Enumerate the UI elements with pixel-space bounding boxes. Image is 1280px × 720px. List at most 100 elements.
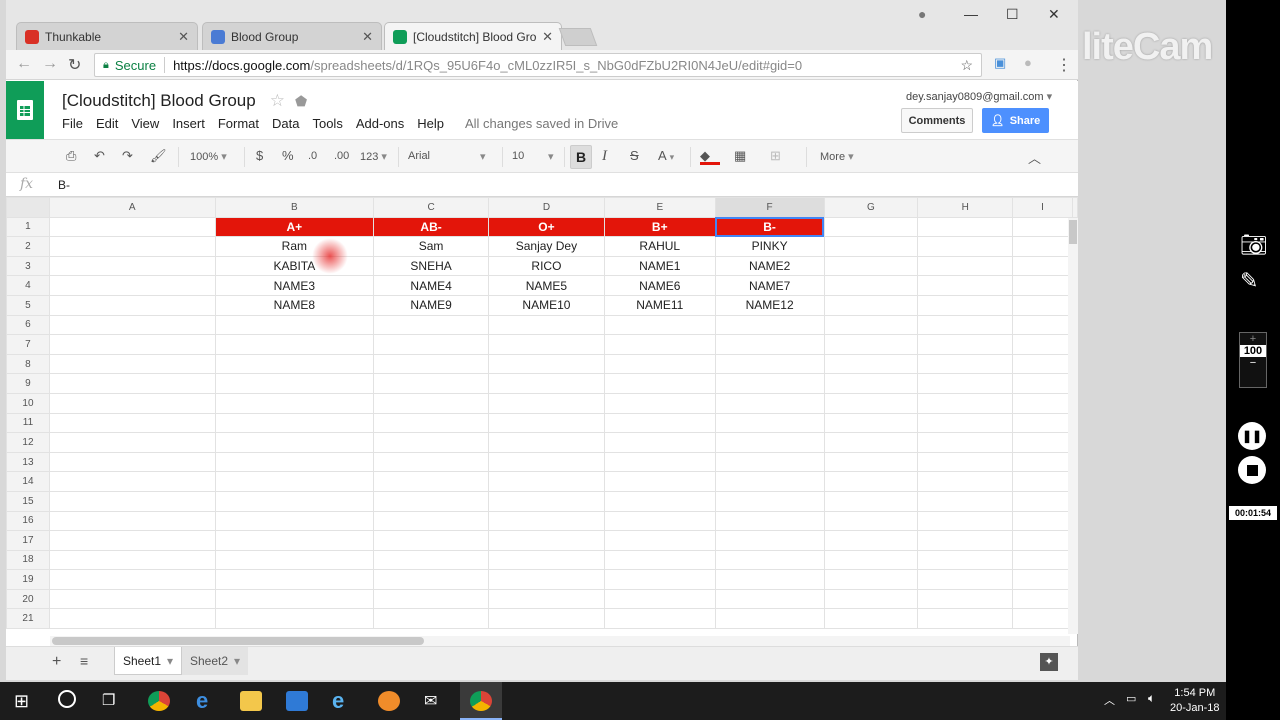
- cell-d17[interactable]: [488, 530, 605, 551]
- cell-g13[interactable]: [823, 451, 919, 473]
- cell-b10[interactable]: [214, 392, 375, 414]
- tab-thunkable[interactable]: Thunkable ✕: [16, 22, 198, 50]
- cell-e21[interactable]: [603, 608, 716, 630]
- cell-a17[interactable]: [48, 530, 216, 551]
- cell-f18[interactable]: [714, 549, 825, 571]
- cell-table[interactable]: A B C D E F G H I 1 A+ AB- O+ B+ B- 2 Ram Sam Sanjay Dey RA…: [6, 197, 1078, 630]
- cell-h2[interactable]: [917, 236, 1014, 257]
- cell-e20[interactable]: [603, 588, 716, 610]
- cell-b2[interactable]: Ram: [214, 236, 375, 257]
- cell-e6[interactable]: [603, 314, 716, 336]
- cell-i18[interactable]: [1012, 549, 1073, 571]
- row-header[interactable]: 16: [6, 510, 50, 532]
- pause-icon[interactable]: ❚❚: [1238, 422, 1266, 450]
- cell-i3[interactable]: [1012, 255, 1073, 277]
- formula-input[interactable]: B-: [58, 178, 70, 192]
- cell-i7[interactable]: [1012, 334, 1073, 355]
- ie-icon[interactable]: e: [332, 688, 344, 714]
- column-header-b[interactable]: B: [214, 197, 375, 218]
- extension-icon-2[interactable]: ●: [1024, 55, 1032, 70]
- cell-f10[interactable]: [714, 392, 825, 414]
- cell-g11[interactable]: [823, 412, 919, 434]
- cell-f15[interactable]: [714, 490, 825, 512]
- cell-h8[interactable]: [917, 353, 1014, 375]
- cell-c8[interactable]: [373, 353, 489, 375]
- move-to-folder-icon[interactable]: ⬟: [295, 93, 307, 109]
- cell-e14[interactable]: [603, 471, 716, 492]
- cell-b13[interactable]: [214, 451, 375, 473]
- zoom-select[interactable]: 100% ▾: [190, 150, 227, 163]
- borders-icon[interactable]: ▦: [734, 148, 746, 164]
- account-switcher[interactable]: dey.sanjay0809@gmail.com ▾: [906, 90, 1052, 103]
- cell-i11[interactable]: [1012, 412, 1073, 434]
- column-header-i[interactable]: I: [1012, 197, 1073, 218]
- cell-g7[interactable]: [823, 334, 919, 355]
- sheet-tab-sheet2[interactable]: Sheet2 ▾: [182, 647, 249, 675]
- volume-icon[interactable]: 🔈︎: [1148, 691, 1155, 706]
- cell-g20[interactable]: [823, 588, 919, 610]
- cell-h3[interactable]: [917, 255, 1014, 277]
- cell-g14[interactable]: [823, 471, 919, 492]
- cell-h16[interactable]: [917, 510, 1014, 532]
- cell-a21[interactable]: [48, 608, 216, 630]
- cell-b19[interactable]: [214, 569, 375, 590]
- cell-d2[interactable]: Sanjay Dey: [488, 236, 605, 257]
- cell-h9[interactable]: [917, 373, 1014, 394]
- column-header-f[interactable]: F: [714, 197, 825, 218]
- increase-decimal-button[interactable]: .00: [334, 150, 349, 162]
- battery-icon[interactable]: ▭: [1126, 692, 1136, 705]
- cell-e13[interactable]: [603, 451, 716, 473]
- chrome-active-taskbar-button[interactable]: [460, 682, 502, 720]
- row-header[interactable]: 15: [6, 490, 50, 512]
- stop-icon[interactable]: [1238, 456, 1266, 484]
- cell-f2[interactable]: PINKY: [714, 236, 825, 257]
- cell-g9[interactable]: [823, 373, 919, 394]
- cell-b15[interactable]: [214, 490, 375, 512]
- pen-icon[interactable]: ✎: [1240, 268, 1258, 294]
- cell-d21[interactable]: [488, 608, 605, 630]
- cell-h20[interactable]: [917, 588, 1014, 610]
- maximize-icon[interactable]: ☐: [1006, 6, 1019, 23]
- cell-a1[interactable]: [48, 216, 216, 238]
- cell-h13[interactable]: [917, 451, 1014, 473]
- cell-b9[interactable]: [214, 373, 375, 394]
- cell-g12[interactable]: [823, 432, 919, 453]
- cell-e8[interactable]: [603, 353, 716, 375]
- cell-e9[interactable]: [603, 373, 716, 394]
- cell-c16[interactable]: [373, 510, 489, 532]
- menu-edit[interactable]: Edit: [96, 116, 118, 131]
- tray-chevron-icon[interactable]: ︿: [1104, 692, 1115, 708]
- camera-icon[interactable]: 📷︎: [1240, 232, 1268, 258]
- cell-d12[interactable]: [488, 432, 605, 453]
- row-header[interactable]: 13: [6, 451, 50, 473]
- vertical-scrollbar[interactable]: [1068, 218, 1078, 634]
- cell-b4[interactable]: NAME3: [214, 275, 375, 296]
- cell-g8[interactable]: [823, 353, 919, 375]
- cell-f19[interactable]: [714, 569, 825, 590]
- minimize-icon[interactable]: —: [964, 6, 978, 22]
- cell-i4[interactable]: [1012, 275, 1073, 296]
- decrease-decimal-button[interactable]: .0: [308, 150, 317, 162]
- cell-a11[interactable]: [48, 412, 216, 434]
- close-icon[interactable]: ✕: [178, 29, 189, 45]
- cell-d6[interactable]: [488, 314, 605, 336]
- firefox-icon[interactable]: [378, 691, 400, 711]
- close-icon[interactable]: ✕: [362, 29, 373, 45]
- row-header[interactable]: 12: [6, 432, 50, 453]
- cell-e17[interactable]: [603, 530, 716, 551]
- cell-e11[interactable]: [603, 412, 716, 434]
- cell-d19[interactable]: [488, 569, 605, 590]
- zoom-out-icon[interactable]: −: [1240, 357, 1266, 369]
- cell-i14[interactable]: [1012, 471, 1073, 492]
- row-header[interactable]: 1: [6, 216, 50, 238]
- file-explorer-icon[interactable]: [240, 691, 262, 711]
- row-header[interactable]: 9: [6, 373, 50, 394]
- column-header-a[interactable]: A: [48, 197, 216, 218]
- column-header-e[interactable]: E: [603, 197, 716, 218]
- cell-c14[interactable]: [373, 471, 489, 492]
- cell-a6[interactable]: [48, 314, 216, 336]
- cell-f11[interactable]: [714, 412, 825, 434]
- cell-b16[interactable]: [214, 510, 375, 532]
- cell-f3[interactable]: NAME2: [714, 255, 825, 277]
- cell-c6[interactable]: [373, 314, 489, 336]
